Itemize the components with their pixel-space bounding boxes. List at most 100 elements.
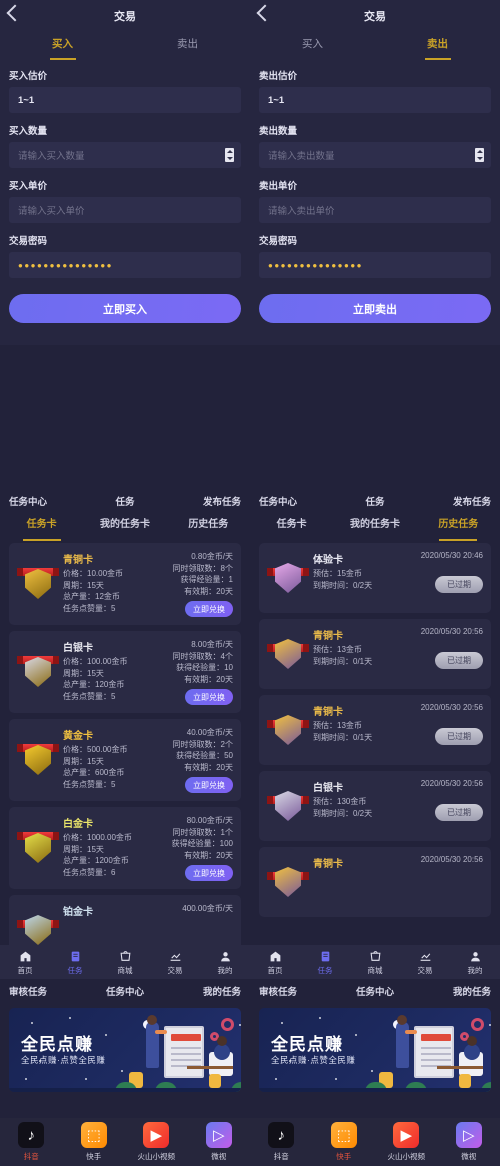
tab-my-task-cards[interactable]: 我的任务卡 xyxy=(333,515,416,538)
card-detail-line: 周期：15天 xyxy=(63,580,104,590)
exchange-now-button[interactable]: 立即兑换 xyxy=(185,689,233,705)
trade-header-left: 交易 xyxy=(0,0,250,32)
app-shortcut-火山小视频[interactable]: ▶ 火山小视频 xyxy=(375,1122,438,1162)
app-shortcut-微视[interactable]: ▷ 微视 xyxy=(188,1122,251,1162)
history-card[interactable]: 青铜卡 预估：13金币 到期时间：0/1天 2020/05/30 20:56 已过期 xyxy=(259,619,491,689)
banner-ground xyxy=(9,1088,241,1092)
card-detail-line: 总产量：1200金币 xyxy=(63,856,129,865)
tab-buy[interactable]: 买入 xyxy=(0,32,125,58)
exchange-now-button[interactable]: 立即兑换 xyxy=(185,865,233,881)
nav-item-首页[interactable]: 首页 xyxy=(250,949,300,976)
task-card[interactable]: 白金卡 价格：1000.00金币 周期：15天 总产量：1200金币 任务点赞量：6 80… xyxy=(9,807,241,889)
task-header-left: 任务中心 任务 发布任务 xyxy=(0,490,250,512)
publish-task-link[interactable]: 发布任务 xyxy=(203,494,241,508)
field-buy-price[interactable]: 请输入买入单价 xyxy=(9,197,241,223)
trade-password-value: ●●●●●●●●●●●●●●● xyxy=(18,260,113,270)
quantity-stepper[interactable] xyxy=(225,148,234,162)
task-center-link[interactable]: 任务中心 xyxy=(259,494,297,508)
task-center-link[interactable]: 任务中心 xyxy=(9,494,47,508)
publish-task-link[interactable]: 发布任务 xyxy=(453,494,491,508)
tab-my-task-cards[interactable]: 我的任务卡 xyxy=(83,515,166,538)
nav-item-交易[interactable]: 交易 xyxy=(400,949,450,976)
nav-item-我的[interactable]: 我的 xyxy=(200,949,250,976)
page-title: 交易 xyxy=(114,11,136,23)
nav-item-商城[interactable]: 商城 xyxy=(100,949,150,976)
nav-item-商城[interactable]: 商城 xyxy=(350,949,400,976)
history-card[interactable]: 青铜卡 2020/05/30 20:56 xyxy=(259,847,491,917)
card-detail-line: 周期：15天 xyxy=(63,756,104,766)
page-title: 任务 xyxy=(115,497,135,508)
tab-sell[interactable]: 卖出 xyxy=(125,32,250,58)
field-trade-password[interactable]: ●●●●●●●●●●●●●●● xyxy=(259,252,491,278)
task-card[interactable]: 铂金卡 400.00金币/天 xyxy=(9,895,241,945)
history-card[interactable]: 白银卡 预估：130金币 到期时间：0/2天 2020/05/30 20:56 已过期 xyxy=(259,771,491,841)
nav-item-任务[interactable]: 任务 xyxy=(50,949,100,976)
promo-banner[interactable]: 全民点赚 全民点赚·点赞全民赚 xyxy=(9,1008,241,1092)
label-buy-price: 买入单价 xyxy=(9,181,48,192)
card-detail-line: 总产量：600金币 xyxy=(63,768,125,777)
card-detail-line: 到期时间：0/2天 xyxy=(313,808,373,818)
task-tabs-left: 任务卡 我的任务卡 历史任务 xyxy=(0,512,250,538)
tab-task-cards[interactable]: 任务卡 xyxy=(250,515,333,538)
my-task-link[interactable]: 我的任务 xyxy=(453,984,491,998)
app-shortcut-label: 抖音 xyxy=(23,1152,39,1161)
coins-illustration xyxy=(459,1074,471,1088)
buy-now-button[interactable]: 立即买入 xyxy=(9,294,241,323)
tab-buy[interactable]: 买入 xyxy=(250,32,375,58)
card-title: 白银卡 xyxy=(63,643,93,654)
app-shortcut-抖音[interactable]: ♪ 抖音 xyxy=(250,1122,313,1162)
field-trade-password[interactable]: ●●●●●●●●●●●●●●● xyxy=(9,252,241,278)
nav-item-任务[interactable]: 任务 xyxy=(300,949,350,976)
app-screenshot: 交易 买入 卖出 买入估价 1~1 买入数量 请输入买入数量 买入单价 请输入买… xyxy=(0,0,500,1166)
task-card[interactable]: 黄金卡 价格：500.00金币 周期：15天 总产量：600金币 任务点赞量：5 40.0… xyxy=(9,719,241,801)
promo-banner[interactable]: 全民点赚 全民点赚·点赞全民赚 xyxy=(259,1008,491,1092)
nav-item-首页[interactable]: 首页 xyxy=(0,949,50,976)
task-card[interactable]: 白银卡 价格：100.00金币 周期：15天 总产量：120金币 任务点赞量：5 8.00… xyxy=(9,631,241,713)
card-stat-line: 获得经验量：100 xyxy=(171,839,233,848)
nav-item-我的[interactable]: 我的 xyxy=(450,949,500,976)
douyin-icon: ♪ xyxy=(18,1122,45,1148)
banner-title: 全民点赚 xyxy=(271,1035,343,1054)
app-shortcut-抖音[interactable]: ♪ 抖音 xyxy=(0,1122,63,1162)
sell-now-button[interactable]: 立即卖出 xyxy=(259,294,491,323)
douyin-icon: ♪ xyxy=(268,1122,295,1148)
tab-task-cards[interactable]: 任务卡 xyxy=(0,515,83,538)
my-task-link[interactable]: 我的任务 xyxy=(203,984,241,998)
label-sell-estimate: 卖出估价 xyxy=(259,71,298,82)
app-shortcut-微视[interactable]: ▷ 微视 xyxy=(438,1122,500,1162)
card-detail-line: 任务点赞量：5 xyxy=(63,779,116,789)
app-shortcut-label: 快手 xyxy=(336,1152,352,1161)
card-stat-line: 400.00金币/天 xyxy=(182,904,233,913)
exchange-now-button[interactable]: 立即兑换 xyxy=(185,601,233,617)
trade-password-value: ●●●●●●●●●●●●●●● xyxy=(268,260,363,270)
app-shortcut-label: 微视 xyxy=(461,1152,477,1161)
task-card[interactable]: 青铜卡 价格：10.00金币 周期：15天 总产量：12金币 任务点赞量：5 0.80金币… xyxy=(9,543,241,625)
app-shortcut-快手[interactable]: ⬚ 快手 xyxy=(63,1122,126,1162)
app-shortcut-火山小视频[interactable]: ▶ 火山小视频 xyxy=(125,1122,188,1162)
quantity-stepper[interactable] xyxy=(475,148,484,162)
page-title: 任务中心 xyxy=(355,987,394,998)
review-task-link[interactable]: 审核任务 xyxy=(9,984,47,998)
card-detail-line: 价格：500.00金币 xyxy=(63,745,128,754)
exchange-now-button[interactable]: 立即兑换 xyxy=(185,777,233,793)
card-detail-line: 周期：15天 xyxy=(63,668,104,678)
tab-history-tasks[interactable]: 历史任务 xyxy=(417,515,500,538)
card-detail-line: 到期时间：0/1天 xyxy=(313,656,373,666)
review-task-link[interactable]: 审核任务 xyxy=(259,984,297,998)
card-detail-line: 预估：130金币 xyxy=(313,797,367,806)
history-card[interactable]: 体验卡 预估：15金币 到期时间：0/2天 2020/05/30 20:46 已过期 xyxy=(259,543,491,613)
field-sell-quantity[interactable]: 请输入卖出数量 xyxy=(259,142,491,168)
app-shortcut-快手[interactable]: ⬚ 快手 xyxy=(313,1122,376,1162)
card-detail-line: 到期时间：0/1天 xyxy=(313,732,373,742)
weishi-icon: ▷ xyxy=(205,1122,232,1148)
tab-history-tasks[interactable]: 历史任务 xyxy=(167,515,250,538)
field-buy-quantity[interactable]: 请输入买入数量 xyxy=(9,142,241,168)
nav-item-交易[interactable]: 交易 xyxy=(150,949,200,976)
card-timestamp: 2020/05/30 20:56 xyxy=(420,855,483,864)
tab-sell[interactable]: 卖出 xyxy=(375,32,500,58)
history-card[interactable]: 青铜卡 预估：13金币 到期时间：0/1天 2020/05/30 20:56 已过期 xyxy=(259,695,491,765)
card-badge xyxy=(17,815,59,881)
field-sell-price[interactable]: 请输入卖出单价 xyxy=(259,197,491,223)
card-detail-line: 预估：13金币 xyxy=(313,645,362,654)
shield-icon xyxy=(275,715,301,745)
